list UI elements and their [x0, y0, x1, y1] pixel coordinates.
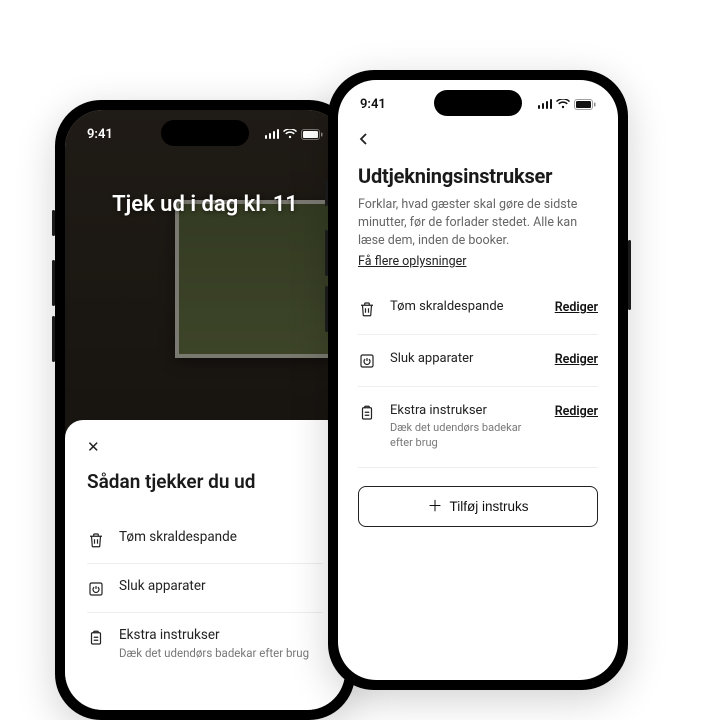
dynamic-island — [161, 120, 249, 146]
stage: 9:41 Tjek ud i dag kl. 11 ✕ Sådan tjekke… — [0, 0, 720, 720]
screen-back: 9:41 Tjek ud i dag kl. 11 ✕ Sådan tjekke… — [65, 110, 345, 710]
side-button — [52, 260, 55, 306]
item-label: Ekstra instrukser — [390, 403, 541, 418]
power-icon — [87, 580, 105, 598]
sheet-title: Sådan tjekker du ud — [87, 470, 323, 493]
side-button — [325, 230, 328, 276]
wifi-icon — [283, 129, 297, 139]
item-sub: Dæk det udendørs badekar efter brug — [390, 421, 541, 451]
status-time: 9:41 — [360, 97, 386, 112]
clipboard-icon — [87, 629, 105, 647]
back-icon[interactable] — [358, 132, 370, 146]
item-label: Sluk apparater — [390, 351, 541, 366]
side-button — [52, 316, 55, 362]
item-label: Ekstra instrukser — [119, 627, 323, 643]
instruction-row: Sluk apparater Rediger — [358, 335, 598, 387]
cellular-icon — [538, 99, 553, 109]
wifi-icon — [556, 99, 570, 109]
plus-icon: ＋ — [427, 499, 442, 514]
checkout-sheet: ✕ Sådan tjekker du ud Tøm skraldespande … — [65, 420, 345, 710]
item-label: Sluk apparater — [119, 578, 323, 594]
status-indicators — [265, 129, 324, 140]
edit-link[interactable]: Rediger — [555, 300, 598, 315]
battery-icon — [574, 99, 596, 110]
screen-front: 9:41 Udtjekningsinstrukser Forklar, hvad — [338, 80, 618, 680]
side-button — [325, 286, 328, 332]
hero-title: Tjek ud i dag kl. 11 — [65, 192, 345, 217]
status-indicators — [538, 99, 597, 110]
side-button — [325, 180, 328, 206]
phone-back: 9:41 Tjek ud i dag kl. 11 ✕ Sådan tjekke… — [55, 100, 355, 720]
list-item: Tøm skraldespande — [87, 515, 323, 564]
edit-link[interactable]: Rediger — [555, 404, 598, 419]
list-item: Ekstra instrukser Dæk det udendørs badek… — [87, 613, 323, 674]
page-description: Forklar, hvad gæster skal gøre de sidste… — [358, 196, 598, 250]
battery-icon — [301, 129, 323, 140]
status-time: 9:41 — [87, 127, 113, 142]
instruction-row: Ekstra instrukser Dæk det udendørs badek… — [358, 387, 598, 468]
power-icon — [358, 352, 376, 370]
item-label: Tøm skraldespande — [119, 529, 323, 545]
page-content: Udtjekningsinstrukser Forklar, hvad gæst… — [338, 124, 618, 680]
cellular-icon — [265, 129, 280, 139]
close-icon[interactable]: ✕ — [87, 438, 323, 456]
side-button — [52, 210, 55, 236]
page-title: Udtjekningsinstrukser — [358, 164, 598, 188]
phone-front: 9:41 Udtjekningsinstrukser Forklar, hvad — [328, 70, 628, 690]
add-instruction-button[interactable]: ＋ Tilføj instruks — [358, 486, 598, 527]
item-label: Tøm skraldespande — [390, 299, 541, 314]
add-button-label: Tilføj instruks — [450, 499, 529, 514]
trash-icon — [358, 300, 376, 318]
item-sub: Dæk det udendørs badekar efter brug — [119, 646, 323, 660]
dynamic-island — [434, 90, 522, 116]
edit-link[interactable]: Rediger — [555, 352, 598, 367]
learn-more-link[interactable]: Få flere oplysninger — [358, 254, 466, 269]
side-button — [628, 240, 631, 310]
instruction-row: Tøm skraldespande Rediger — [358, 283, 598, 335]
clipboard-icon — [358, 404, 376, 422]
trash-icon — [87, 531, 105, 549]
list-item: Sluk apparater — [87, 564, 323, 613]
